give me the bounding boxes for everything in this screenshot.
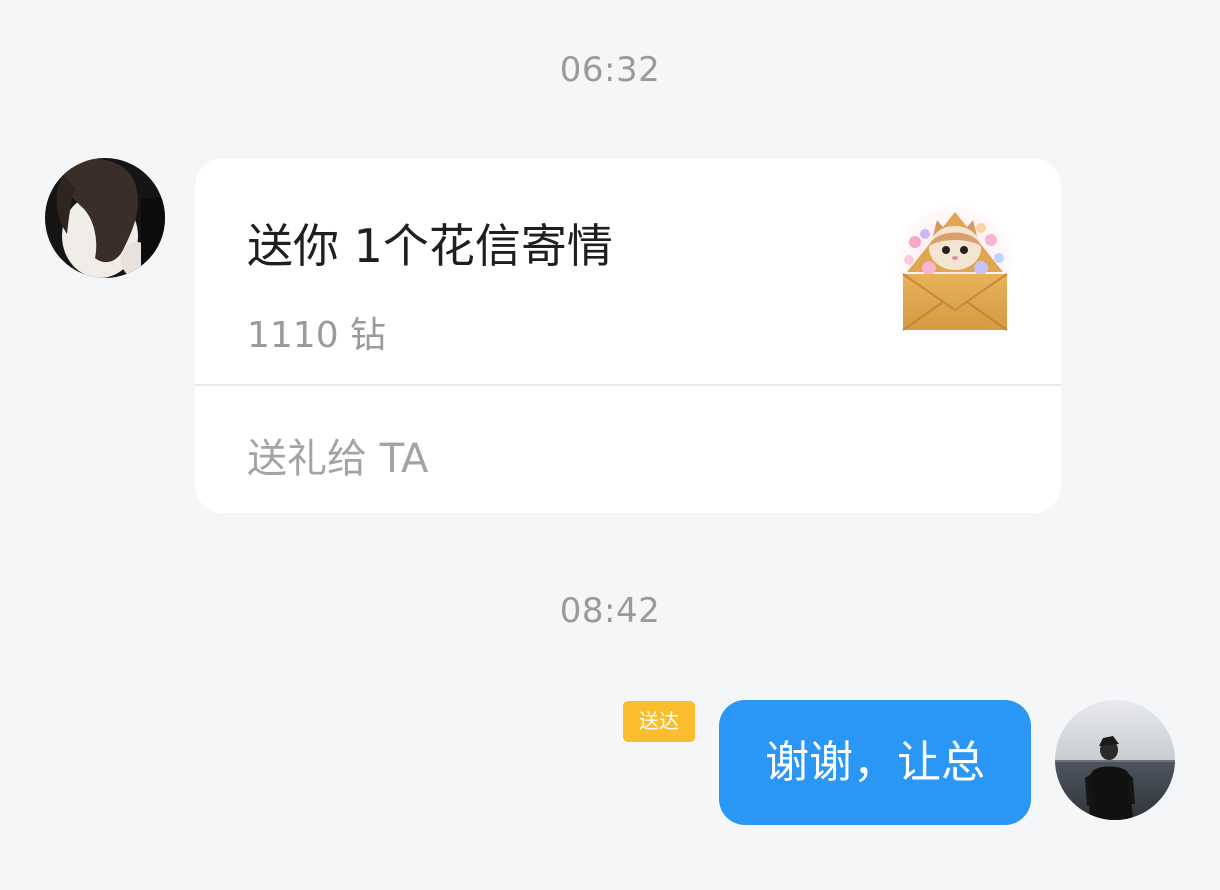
timestamp-1: 06:32 [559,50,661,90]
delivered-status-badge: 送达 [623,701,695,742]
card-divider [195,384,1061,386]
gift-message-card[interactable]: 送你 1个花信寄情 1110 钻 送礼给 TA [195,158,1061,513]
woman-dark-hair-avatar-icon [45,158,165,278]
contact-avatar[interactable] [45,158,165,278]
timestamp-2: 08:42 [559,591,661,631]
man-seaside-avatar-icon [1055,700,1175,820]
send-gift-button[interactable]: 送礼给 TA [247,426,428,484]
cat-in-flower-envelope-icon [895,206,1015,338]
gift-title: 送你 1个花信寄情 [247,219,613,273]
self-avatar[interactable] [1055,700,1175,820]
sent-message-bubble[interactable]: 谢谢，让总 [719,700,1031,825]
gift-price: 1110 钻 [247,315,387,356]
